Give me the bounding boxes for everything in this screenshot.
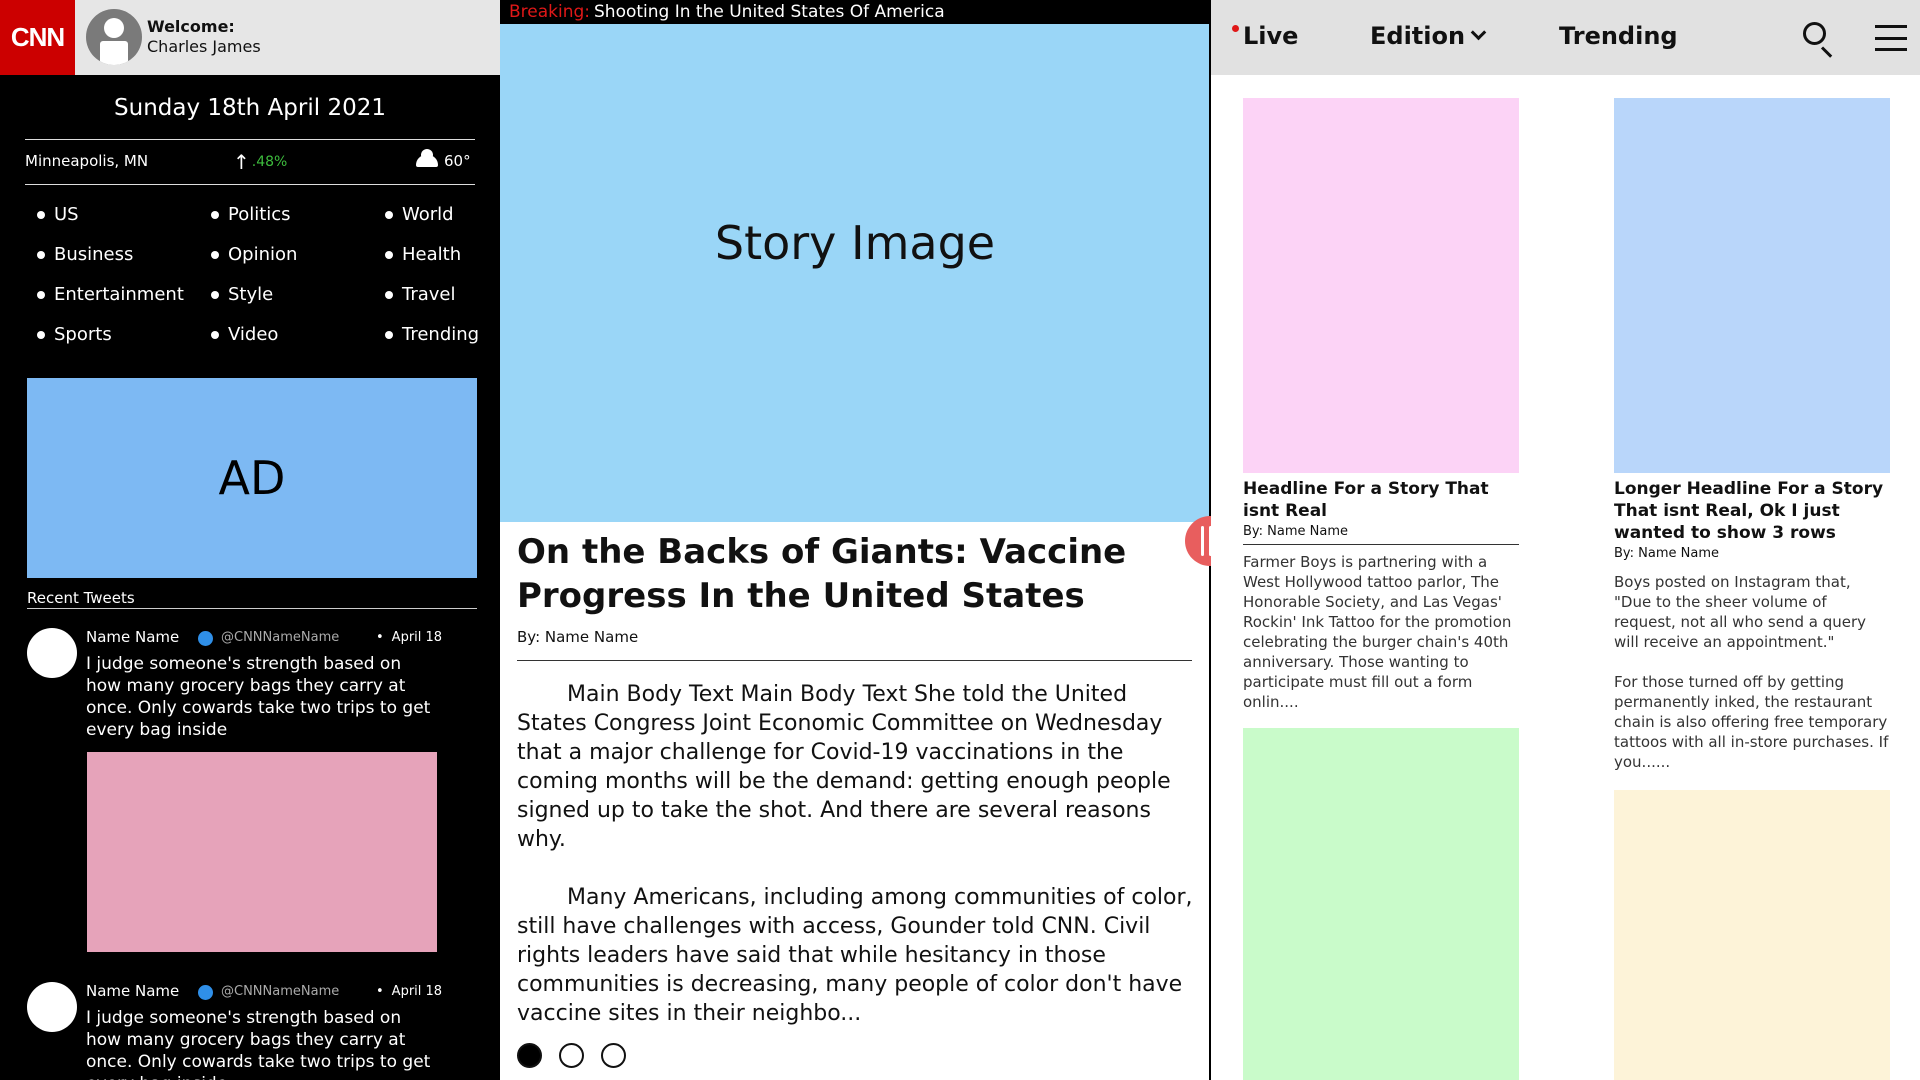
category-business[interactable]: Business — [37, 244, 133, 265]
welcome-label: Welcome: — [147, 17, 235, 36]
tweet-avatar[interactable] — [27, 628, 77, 678]
story-card-body: Boys posted on Instagram that, "Due to t… — [1614, 573, 1889, 771]
category-sports[interactable]: Sports — [37, 324, 112, 345]
story-paragraph: Many Americans, including among communit… — [517, 885, 1193, 1026]
divider — [25, 139, 475, 140]
story-card-headline[interactable]: Headline For a Story That isnt Real — [1243, 478, 1519, 522]
story-image[interactable]: Story Image — [500, 24, 1210, 522]
story-card-body: Farmer Boys is partnering with a West Ho… — [1243, 553, 1512, 711]
cnn-logo[interactable]: CNN — [0, 0, 75, 75]
nav-live[interactable]: Live — [1243, 22, 1298, 50]
ad-banner[interactable]: AD — [27, 378, 477, 578]
story-card-byline: By: Name Name — [1243, 524, 1349, 539]
tweet-date: April 18 — [376, 630, 442, 645]
story-headline[interactable]: On the Backs of Giants: Vaccine Progress… — [517, 530, 1197, 618]
story-card-image[interactable] — [1243, 728, 1519, 1080]
tweet-avatar[interactable] — [27, 982, 77, 1032]
user-name: Charles James — [147, 37, 261, 56]
tweet-author: Name Name — [86, 628, 180, 646]
category-politics[interactable]: Politics — [211, 204, 291, 225]
divider — [27, 608, 477, 609]
page-dot-active[interactable] — [517, 1043, 542, 1068]
verified-icon — [198, 985, 213, 1000]
live-dot-icon — [1232, 25, 1239, 32]
user-avatar-icon[interactable] — [86, 9, 142, 65]
main-story-column: Breaking: Shooting In the United States O… — [500, 0, 1210, 1080]
verified-icon — [198, 631, 213, 646]
category-health[interactable]: Health — [385, 244, 461, 265]
divider — [517, 660, 1192, 661]
category-us[interactable]: US — [37, 204, 79, 225]
breaking-text: Shooting In the United States Of America — [594, 2, 945, 22]
cloud-icon — [416, 149, 438, 167]
market-change: .48% — [251, 154, 288, 170]
category-opinion[interactable]: Opinion — [211, 244, 297, 265]
tweet-text: I judge someone's strength based on how … — [86, 1008, 431, 1080]
date-display: Sunday 18th April 2021 — [114, 95, 386, 121]
top-nav: Live Edition Trending — [1211, 0, 1920, 75]
tweet-handle[interactable]: @CNNNameName — [221, 630, 339, 645]
menu-icon[interactable] — [1875, 25, 1907, 51]
weather-indicator: 60° — [416, 149, 471, 170]
weather-temp: 60° — [444, 152, 471, 170]
story-card-image[interactable] — [1614, 98, 1890, 473]
breaking-label: Breaking: — [509, 2, 591, 22]
right-column: Live Edition Trending Headline For a Sto… — [1211, 0, 1920, 1080]
page-dot[interactable] — [601, 1043, 626, 1068]
nav-edition[interactable]: Edition — [1370, 22, 1487, 50]
nav-trending[interactable]: Trending — [1559, 22, 1678, 50]
left-sidebar: CNN Welcome: Charles James Sunday 18th A… — [0, 0, 500, 1080]
search-icon[interactable] — [1803, 22, 1835, 58]
tweet-text: I judge someone's strength based on how … — [86, 654, 431, 740]
user-bar: CNN Welcome: Charles James — [0, 0, 500, 75]
breaking-news-ticker[interactable]: Breaking: Shooting In the United States O… — [500, 0, 1210, 24]
story-paragraph: Main Body Text Main Body Text She told t… — [517, 682, 1171, 852]
arrow-up-icon: ↑ — [233, 150, 250, 174]
recent-tweets-title: Recent Tweets — [27, 589, 135, 607]
pagination-dots — [517, 1043, 626, 1068]
tweet-image[interactable] — [87, 752, 437, 952]
chevron-down-icon — [1470, 24, 1487, 41]
divider — [1243, 544, 1519, 545]
tweet-handle[interactable]: @CNNNameName — [221, 984, 339, 999]
category-style[interactable]: Style — [211, 284, 273, 305]
welcome-block: Welcome: Charles James — [147, 17, 261, 57]
page-dot[interactable] — [559, 1043, 584, 1068]
category-world[interactable]: World — [385, 204, 454, 225]
category-entertainment[interactable]: Entertainment — [37, 284, 184, 305]
category-video[interactable]: Video — [211, 324, 278, 345]
category-trending[interactable]: Trending — [385, 324, 479, 345]
story-card-image[interactable] — [1614, 790, 1890, 1080]
tweet-author: Name Name — [86, 982, 180, 1000]
market-indicator: ↑ .48% — [233, 150, 287, 174]
story-card-byline: By: Name Name — [1614, 546, 1720, 561]
story-card-image[interactable] — [1243, 98, 1519, 473]
divider — [25, 184, 475, 185]
category-travel[interactable]: Travel — [385, 284, 456, 305]
tweet-date: April 18 — [376, 984, 442, 999]
story-body: Main Body Text Main Body Text She told t… — [517, 680, 1197, 1057]
story-card-headline[interactable]: Longer Headline For a Story That isnt Re… — [1614, 478, 1890, 544]
story-byline: By: Name Name — [517, 628, 639, 646]
location-text: Minneapolis, MN — [25, 152, 149, 170]
